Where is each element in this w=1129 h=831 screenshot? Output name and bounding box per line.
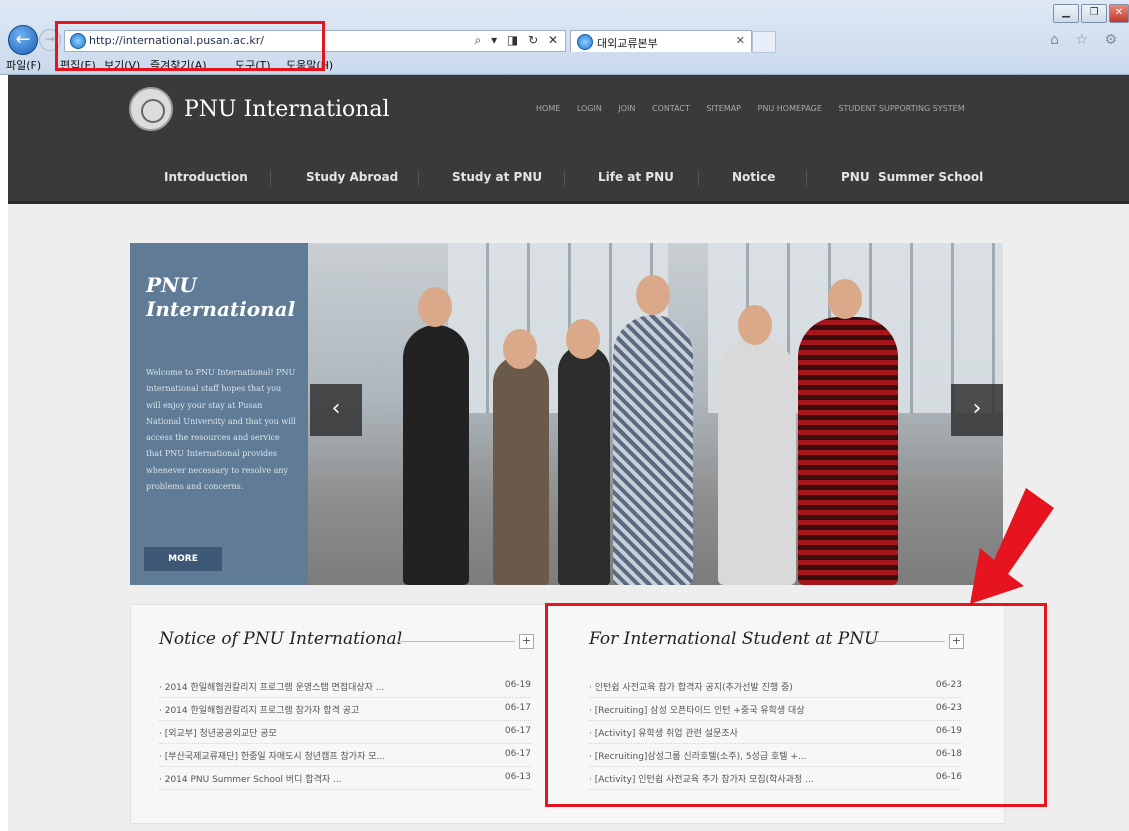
notice-highlight-box: [545, 603, 1047, 807]
prev-slide-button[interactable]: ‹: [310, 384, 362, 436]
tab-ie-icon: [577, 34, 593, 50]
list-item[interactable]: · [부산국제교류재단] 한중일 자매도시 청년캠프 참가자 모... 06-17: [159, 744, 531, 767]
utility-links: HOME LOGIN JOIN CONTACT SITEMAP PNU HOME…: [536, 104, 979, 113]
list-item[interactable]: · [외교부] 청년공공외교단 공모 06-17: [159, 721, 531, 744]
nav-divider: [270, 170, 271, 186]
util-join[interactable]: JOIN: [618, 104, 635, 113]
menu-file[interactable]: 파일(F): [6, 57, 41, 73]
hero-info-panel: PNU International Welcome to PNU Interna…: [130, 243, 308, 585]
person-figure: [718, 337, 796, 585]
minimize-icon[interactable]: ▁: [1053, 4, 1079, 23]
nav-introduction[interactable]: Introduction: [164, 170, 248, 184]
list-item[interactable]: · 2014 한일해협권칼리지 프로그램 참가자 합격 공고 06-17: [159, 698, 531, 721]
window-controls: ▁ ❐ ✕: [1051, 4, 1129, 23]
util-student-supporting[interactable]: STUDENT SUPPORTING SYSTEM: [838, 104, 964, 113]
notice-left-more-icon[interactable]: +: [519, 634, 534, 649]
nav-divider: [418, 170, 419, 186]
util-contact[interactable]: CONTACT: [652, 104, 690, 113]
browser-tab[interactable]: 대외교류본부 ✕: [570, 30, 752, 52]
back-button[interactable]: ←: [8, 25, 38, 55]
nav-study-at-pnu[interactable]: Study at PNU: [452, 170, 542, 184]
list-item[interactable]: · 2014 한일해협권칼리지 프로그램 운영스탭 면접대상자 ... 06-19: [159, 675, 531, 698]
more-button[interactable]: MORE: [144, 547, 222, 571]
next-slide-button[interactable]: ›: [951, 384, 1003, 436]
util-sitemap[interactable]: SITEMAP: [706, 104, 741, 113]
hero-slider: PNU International Welcome to PNU Interna…: [130, 243, 1003, 585]
site-brand[interactable]: PNU International: [184, 97, 390, 122]
home-favorites-tools-icons[interactable]: ⌂ ☆ ⚙: [1050, 32, 1123, 48]
nav-divider: [806, 170, 807, 186]
site-header: PNU International HOME LOGIN JOIN CONTAC…: [8, 75, 1129, 204]
nav-divider: [564, 170, 565, 186]
tab-close-icon[interactable]: ✕: [736, 34, 745, 47]
maximize-icon[interactable]: ❐: [1081, 4, 1107, 23]
students-photo: [308, 243, 1003, 585]
hero-title: PNU International: [146, 273, 296, 321]
university-seal-logo[interactable]: [129, 87, 173, 131]
close-window-icon[interactable]: ✕: [1109, 4, 1129, 23]
list-item[interactable]: · 2014 PNU Summer School 버디 합격자 ... 06-13: [159, 767, 531, 790]
nav-summer-school[interactable]: PNU Summer School: [841, 170, 983, 184]
global-nav: Introduction Study Abroad Study at PNU L…: [8, 162, 1129, 192]
hero-welcome-text: Welcome to PNU International! PNU intern…: [146, 368, 296, 492]
person-figure: [613, 315, 693, 585]
util-login[interactable]: LOGIN: [577, 104, 602, 113]
notice-left-title[interactable]: Notice of PNU International: [159, 629, 402, 649]
person-figure: [493, 355, 549, 585]
address-tools-icon[interactable]: ⌕ ▾ ◨ ↻ ✕: [475, 33, 561, 48]
util-home[interactable]: HOME: [536, 104, 560, 113]
new-tab-button[interactable]: [752, 31, 776, 53]
util-pnu-homepage[interactable]: PNU HOMEPAGE: [758, 104, 822, 113]
red-arrow-icon: [970, 488, 1054, 604]
url-highlight-box: [55, 21, 325, 71]
person-figure: [403, 325, 469, 585]
nav-study-abroad[interactable]: Study Abroad: [306, 170, 398, 184]
person-figure: [558, 345, 610, 585]
nav-notice[interactable]: Notice: [732, 170, 775, 184]
tab-title: 대외교류본부: [597, 37, 658, 50]
nav-life-at-pnu[interactable]: Life at PNU: [598, 170, 674, 184]
person-figure: [798, 317, 898, 585]
nav-divider: [698, 170, 699, 186]
